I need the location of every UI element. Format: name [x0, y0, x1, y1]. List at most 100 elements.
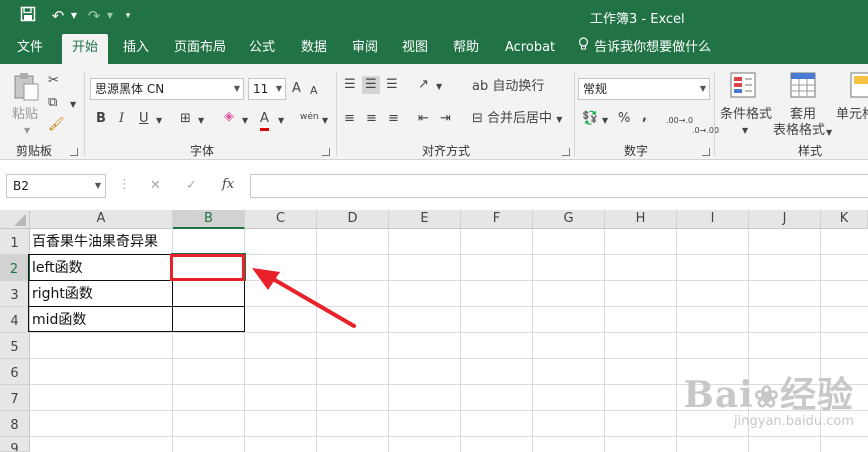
font-group-label: 字体: [190, 144, 215, 158]
column-header-b[interactable]: B: [173, 210, 245, 229]
chevron-down-icon: ▼: [233, 84, 240, 93]
increase-indent-icon[interactable]: ⇥: [440, 110, 451, 128]
wrap-text-button[interactable]: ab 自动换行: [472, 78, 544, 96]
tab-home[interactable]: 开始: [62, 34, 108, 64]
cell-styles-button[interactable]: 单元格: [836, 106, 868, 124]
cell-a1[interactable]: 百香果牛油果奇异果: [29, 230, 158, 254]
font-launcher-icon[interactable]: [322, 148, 330, 156]
row-header-3[interactable]: 3: [0, 281, 30, 307]
select-all-corner[interactable]: [0, 210, 30, 229]
align-left-icon[interactable]: ≡: [344, 110, 355, 128]
tab-view[interactable]: 视图: [402, 34, 428, 64]
column-header-e[interactable]: E: [389, 210, 461, 229]
cancel-icon[interactable]: ✕: [150, 177, 161, 195]
borders-icon[interactable]: ⊞: [180, 110, 191, 128]
paste-dropdown-icon[interactable]: ▼: [24, 122, 30, 140]
name-box[interactable]: B2 ▼: [6, 174, 106, 198]
conditional-dropdown-icon[interactable]: ▼: [742, 122, 748, 140]
fill-color-icon[interactable]: ◈: [224, 108, 234, 126]
column-header-i[interactable]: I: [677, 210, 749, 229]
tell-me-search[interactable]: 告诉我你想要做什么: [578, 34, 711, 64]
row-header-4[interactable]: 4: [0, 307, 30, 333]
row-header-5[interactable]: 5: [0, 333, 30, 359]
clipboard-launcher-icon[interactable]: [70, 148, 78, 156]
save-icon[interactable]: [18, 6, 38, 26]
align-middle-icon[interactable]: ☰: [362, 76, 380, 94]
formula-input[interactable]: [250, 174, 868, 198]
tab-insert[interactable]: 插入: [123, 34, 149, 64]
paste-icon[interactable]: [12, 72, 42, 101]
bold-button[interactable]: B: [96, 110, 106, 128]
customize-qat-icon[interactable]: ▾: [118, 6, 138, 26]
row-header-7[interactable]: 7: [0, 385, 30, 411]
orientation-icon[interactable]: ↗: [418, 76, 429, 94]
phonetic-button[interactable]: wén: [300, 108, 319, 126]
copy-icon[interactable]: ⧉: [48, 94, 57, 112]
increase-decimal-button[interactable]: .00→.0: [666, 112, 693, 130]
underline-dropdown-icon[interactable]: ▼: [156, 112, 162, 130]
font-color-button[interactable]: A: [260, 110, 269, 131]
tab-formulas[interactable]: 公式: [249, 34, 275, 64]
column-header-h[interactable]: H: [605, 210, 677, 229]
enter-icon[interactable]: ✓: [186, 177, 197, 195]
undo-dropdown-icon[interactable]: ▼: [64, 6, 84, 26]
phonetic-dropdown-icon[interactable]: ▼: [322, 112, 328, 130]
cut-icon[interactable]: ✂: [48, 72, 59, 90]
cell-a3[interactable]: right函数: [29, 282, 93, 306]
borders-dropdown-icon[interactable]: ▼: [198, 112, 204, 130]
tab-data[interactable]: 数据: [301, 34, 327, 64]
row-header-9[interactable]: 9: [0, 437, 30, 452]
comma-button[interactable]: ,: [642, 108, 647, 126]
row-header-2[interactable]: 2: [0, 255, 30, 281]
accounting-dropdown-icon[interactable]: ▼: [602, 112, 608, 130]
italic-button[interactable]: I: [119, 110, 124, 128]
font-color-dropdown-icon[interactable]: ▼: [278, 112, 284, 130]
column-header-f[interactable]: F: [461, 210, 533, 229]
font-name-select[interactable]: 思源黑体 CN ▼: [90, 78, 244, 100]
column-header-d[interactable]: D: [317, 210, 389, 229]
percent-button[interactable]: %: [618, 110, 630, 128]
format-painter-icon[interactable]: 🖌: [48, 116, 65, 134]
format-as-table-dropdown-icon[interactable]: ▼: [826, 124, 832, 142]
underline-button[interactable]: U: [139, 110, 149, 128]
tab-page-layout[interactable]: 页面布局: [174, 34, 226, 64]
font-size-select[interactable]: 11 ▼: [248, 78, 286, 100]
tab-file[interactable]: 文件: [17, 34, 43, 64]
shrink-font-button[interactable]: A: [310, 82, 318, 100]
table-border-line: [28, 306, 245, 307]
redo-dropdown-icon[interactable]: ▼: [100, 6, 120, 26]
align-top-icon[interactable]: ☰: [344, 76, 356, 94]
merge-center-button[interactable]: ⊟ 合并后居中 ▼: [472, 110, 562, 129]
column-header-k[interactable]: K: [821, 210, 868, 229]
cell-styles-icon[interactable]: [850, 72, 868, 98]
number-launcher-icon[interactable]: [702, 148, 710, 156]
copy-dropdown-icon[interactable]: ▼: [70, 96, 76, 114]
cell-a4[interactable]: mid函数: [29, 308, 86, 332]
insert-function-icon[interactable]: fx: [222, 176, 234, 194]
align-right-icon[interactable]: ≡: [388, 110, 399, 128]
decrease-indent-icon[interactable]: ⇤: [418, 110, 429, 128]
number-format-select[interactable]: 常规 ▼: [578, 78, 710, 100]
alignment-launcher-icon[interactable]: [562, 148, 570, 156]
align-center-icon[interactable]: ≡: [366, 110, 377, 128]
format-as-table-button[interactable]: 表格格式: [773, 122, 825, 140]
conditional-formatting-icon[interactable]: [730, 72, 756, 98]
orientation-dropdown-icon[interactable]: ▼: [436, 78, 442, 96]
column-header-c[interactable]: C: [245, 210, 317, 229]
decrease-decimal-button[interactable]: .0→.00: [692, 122, 719, 140]
tab-review[interactable]: 审阅: [352, 34, 378, 64]
column-header-g[interactable]: G: [533, 210, 605, 229]
row-header-1[interactable]: 1: [0, 229, 30, 255]
row-header-8[interactable]: 8: [0, 411, 30, 437]
row-header-6[interactable]: 6: [0, 359, 30, 385]
tab-acrobat[interactable]: Acrobat: [505, 34, 555, 64]
align-bottom-icon[interactable]: ☰: [386, 76, 398, 94]
tab-help[interactable]: 帮助: [453, 34, 479, 64]
cell-a2[interactable]: left函数: [29, 256, 83, 280]
column-header-a[interactable]: A: [30, 210, 173, 229]
fill-color-dropdown-icon[interactable]: ▼: [242, 112, 248, 130]
format-as-table-icon[interactable]: [790, 72, 816, 98]
column-header-j[interactable]: J: [749, 210, 821, 229]
grow-font-button[interactable]: A: [292, 80, 301, 98]
accounting-format-icon[interactable]: 💱: [582, 110, 598, 128]
